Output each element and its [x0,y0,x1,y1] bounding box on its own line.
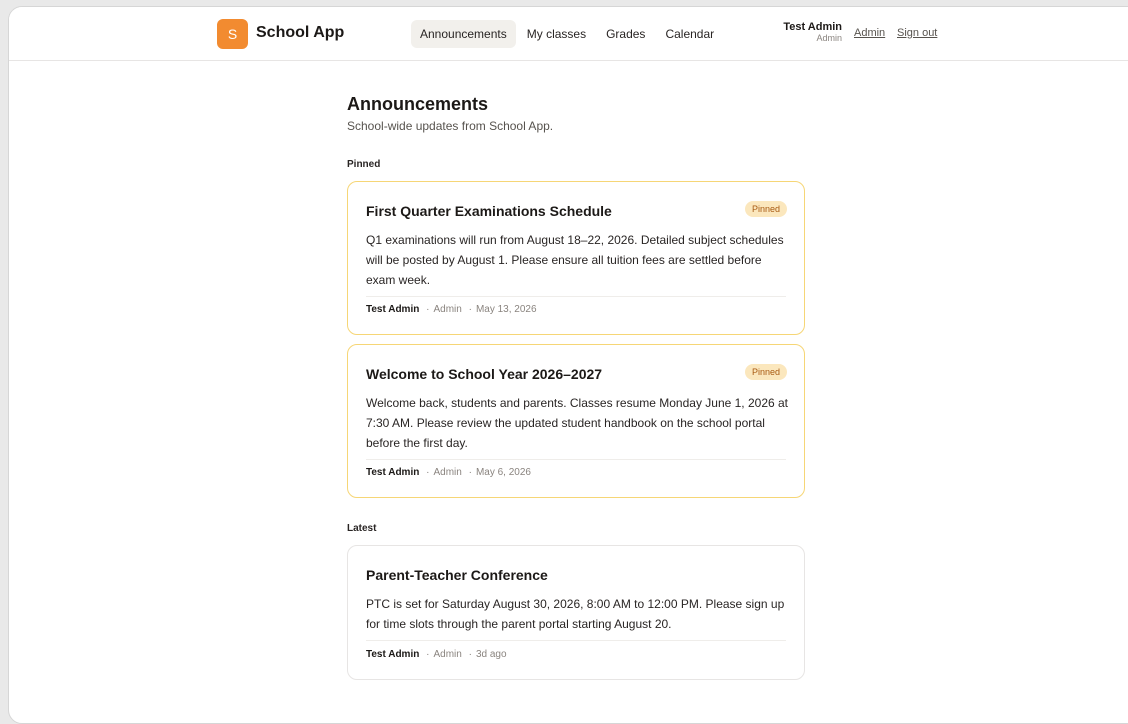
app-window: S School App Announcements My classes Gr… [8,6,1128,724]
separator-dot: · [426,649,430,660]
announcement-title[interactable]: First Quarter Examinations Schedule [366,202,612,220]
announcement-title[interactable]: Welcome to School Year 2026–2027 [366,365,602,383]
page-subtitle: School-wide updates from School App. [347,119,554,133]
nav-grades[interactable]: Grades [597,20,654,48]
announcement-meta: Test Admin · Admin · 3d ago [366,649,507,661]
card-divider [366,459,786,460]
announcement-card[interactable]: Parent-Teacher Conference PTC is set for… [347,545,805,680]
post-date: May 6, 2026 [475,467,531,478]
separator-dot: · [468,467,472,478]
pinned-badge: Pinned [744,201,787,217]
card-divider [366,296,786,297]
announcement-meta: Test Admin · Admin · May 13, 2026 [366,304,537,316]
author-name: Test Admin [366,649,420,660]
main-nav: Announcements My classes Grades Calendar [411,20,725,48]
announcement-body: Q1 examinations will run from August 18–… [366,233,784,287]
nav-calendar[interactable]: Calendar [656,20,723,48]
separator-dot: · [468,649,472,660]
separator-dot: · [426,304,430,315]
top-navigation-bar: S School App Announcements My classes Gr… [9,7,1128,61]
separator-dot: · [468,304,472,315]
announcement-title[interactable]: Parent-Teacher Conference [366,566,548,584]
nav-announcements[interactable]: Announcements [411,20,516,48]
author-role: Admin [433,649,462,660]
app-logo[interactable]: S [217,19,248,49]
post-date: 3d ago [475,649,507,660]
latest-section-label: Latest [347,523,377,534]
app-name[interactable]: School App [256,24,344,42]
pinned-section-label: Pinned [347,159,381,170]
separator-dot: · [426,467,430,478]
author-role: Admin [433,304,462,315]
author-name: Test Admin [366,467,420,478]
author-name: Test Admin [366,304,420,315]
announcement-meta: Test Admin · Admin · May 6, 2026 [366,467,531,479]
announcement-card[interactable]: First Quarter Examinations Schedule Pinn… [347,181,805,335]
announcement-body: Welcome back, students and parents. Clas… [366,396,789,450]
author-role: Admin [433,467,462,478]
user-role: Admin [816,33,842,43]
announcements-page: Announcements School-wide updates from S… [347,93,807,680]
admin-link[interactable]: Admin [854,27,885,39]
card-divider [366,640,786,641]
announcement-card[interactable]: Welcome to School Year 2026–2027 Pinned … [347,344,805,498]
sign-out-link[interactable]: Sign out [897,27,937,39]
page-title: Announcements [347,94,489,114]
pinned-badge: Pinned [744,364,787,380]
user-name: Test Admin [783,21,842,33]
announcement-body: PTC is set for Saturday August 30, 2026,… [366,597,785,631]
post-date: May 13, 2026 [475,304,537,315]
nav-my-classes[interactable]: My classes [518,20,595,48]
current-user: Test Admin Admin [769,21,842,43]
